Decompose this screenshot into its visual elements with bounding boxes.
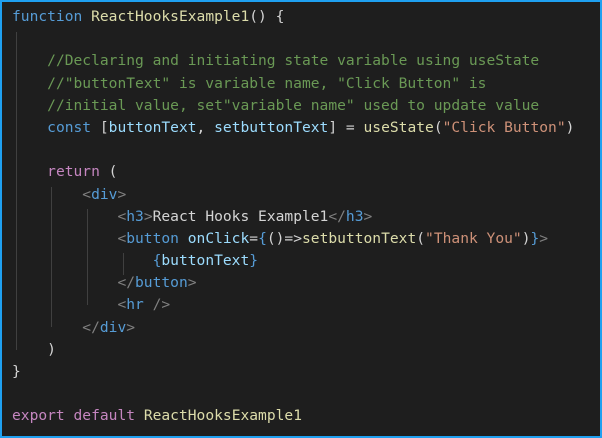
- code-token: <: [82, 185, 92, 203]
- code-token: setbuttonText: [302, 229, 417, 247]
- code-token: div: [99, 318, 127, 336]
- code-line[interactable]: <div>: [12, 184, 574, 206]
- code-line[interactable]: return (: [12, 161, 574, 183]
- code-editor-frame: function ReactHooksExample1() { //Declar…: [0, 0, 602, 438]
- code-token: React Hooks Example1: [152, 207, 329, 225]
- code-token: hr: [126, 296, 144, 314]
- code-token: buttonText: [108, 118, 197, 136]
- code-token: =: [249, 229, 259, 247]
- code-token: ): [565, 118, 575, 136]
- code-token: "Click Button": [442, 118, 566, 136]
- code-line[interactable]: }: [12, 361, 574, 383]
- code-token: button: [135, 274, 188, 292]
- code-line[interactable]: <hr />: [12, 294, 574, 316]
- code-token: div: [91, 185, 118, 203]
- code-token: ] =: [328, 118, 364, 136]
- code-token: () {: [249, 8, 285, 25]
- code-token: </: [117, 274, 136, 292]
- code-token: "Thank You": [425, 229, 522, 247]
- code-token: ReactHooksExample1: [91, 8, 250, 25]
- code-token: >: [539, 229, 549, 247]
- code-token: default: [73, 407, 136, 425]
- code-line[interactable]: [12, 139, 574, 161]
- code-token: button: [126, 229, 179, 247]
- code-token: >: [187, 274, 197, 292]
- code-token: function: [12, 8, 83, 25]
- code-line[interactable]: //"buttonText" is variable name, "Click …: [12, 73, 574, 95]
- code-line[interactable]: export default ReactHooksExample1: [12, 405, 574, 427]
- code-token: ): [521, 229, 531, 247]
- code-line[interactable]: [12, 28, 574, 50]
- code-token: }: [12, 363, 21, 380]
- code-token: <: [117, 296, 127, 314]
- code-token: //"buttonText" is variable name, "Click …: [47, 74, 487, 92]
- code-token: (: [416, 229, 426, 247]
- code-token: useState: [363, 118, 434, 136]
- code-token: h3: [345, 207, 364, 225]
- code-token: >: [117, 185, 127, 203]
- code-line[interactable]: const [buttonText, setbuttonText] = useS…: [12, 117, 574, 139]
- code-token: }: [530, 229, 540, 247]
- code-token: />: [143, 296, 171, 314]
- code-token: setbuttonText: [214, 118, 329, 136]
- code-token: buttonText: [161, 252, 250, 270]
- code-line[interactable]: <h3>React Hooks Example1</h3>: [12, 206, 574, 228]
- code-token: //Declaring and initiating state variabl…: [47, 52, 540, 70]
- code-token: </: [82, 318, 100, 336]
- code-line[interactable]: function ReactHooksExample1() {: [12, 6, 574, 28]
- code-token: >: [126, 318, 136, 336]
- code-line[interactable]: {buttonText}: [12, 250, 574, 272]
- code-token: >: [363, 207, 373, 225]
- code-content[interactable]: function ReactHooksExample1() { //Declar…: [12, 6, 574, 428]
- code-token: const: [47, 118, 92, 136]
- code-token: onClick: [187, 229, 250, 247]
- code-token: }: [249, 252, 259, 270]
- code-line[interactable]: //initial value, set"variable name" used…: [12, 95, 574, 117]
- code-token: ): [47, 340, 56, 358]
- code-token: //initial value, set"variable name" used…: [47, 96, 540, 114]
- code-token: ()=>: [266, 229, 303, 247]
- code-token: <: [117, 229, 127, 247]
- code-token: return: [47, 163, 100, 181]
- code-line[interactable]: </button>: [12, 272, 574, 294]
- code-token: </: [328, 207, 346, 225]
- code-line[interactable]: [12, 383, 574, 405]
- code-line[interactable]: </div>: [12, 317, 574, 339]
- code-line[interactable]: ): [12, 339, 574, 361]
- code-token: ,: [196, 118, 215, 136]
- code-token: export: [12, 407, 65, 425]
- code-token: (: [99, 163, 118, 181]
- code-token: (: [433, 118, 443, 136]
- code-token: <: [117, 207, 127, 225]
- code-token: ReactHooksExample1: [143, 407, 302, 425]
- code-line[interactable]: <button onClick={()=>setbuttonText("Than…: [12, 228, 574, 250]
- code-token: [: [91, 118, 109, 136]
- code-line[interactable]: //Declaring and initiating state variabl…: [12, 50, 574, 72]
- code-token: h3: [126, 207, 144, 225]
- code-token: {: [258, 229, 267, 247]
- code-token: >: [143, 207, 153, 225]
